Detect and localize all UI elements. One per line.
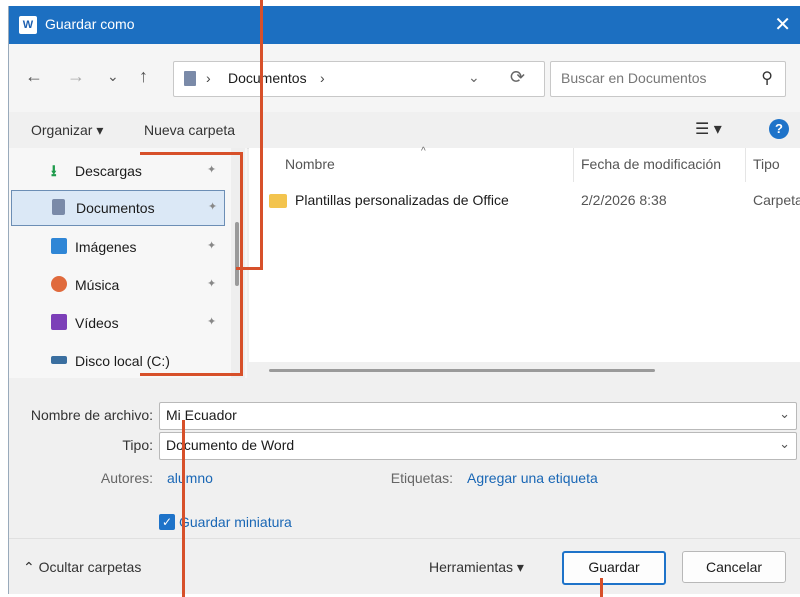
save-options: Nombre de archivo: Mi Ecuador ⌄ Tipo: Do… — [9, 378, 800, 538]
breadcrumb[interactable]: Documentos — [228, 70, 307, 86]
sidebar-item-label: Vídeos — [75, 315, 119, 331]
file-type-value: Documento de Word — [166, 437, 295, 453]
pin-icon: ✦ — [207, 240, 217, 252]
address-bar[interactable]: › Documentos › ⌄ ⟳ — [173, 61, 545, 97]
organize-button[interactable]: Organizar ▾ — [31, 122, 103, 139]
authors-label: Autores: — [100, 470, 153, 486]
cancel-button[interactable]: Cancelar — [682, 551, 786, 583]
sidebar-item-label: Imágenes — [75, 239, 137, 255]
annotation-line — [260, 0, 263, 270]
file-type: Carpeta — [753, 192, 800, 208]
sidebar-item-label: Documentos — [76, 200, 155, 216]
up-folder-icon[interactable]: ↑ — [139, 66, 148, 87]
filename-value: Mi Ecuador — [166, 407, 237, 423]
sort-ascending-icon: ^ — [421, 146, 426, 157]
file-name: Plantillas personalizadas de Office — [295, 192, 509, 208]
tools-menu-button[interactable]: Herramientas ▾ — [429, 559, 524, 576]
column-header-date[interactable]: Fecha de modificación — [581, 156, 721, 172]
path-separator-icon: › — [206, 70, 211, 86]
chevron-down-icon[interactable]: ⌄ — [468, 69, 480, 86]
annotation-line — [240, 152, 243, 376]
annotation-line — [182, 420, 185, 597]
sidebar-item-label: Música — [75, 277, 120, 293]
sidebar-item-videos[interactable]: Vídeos ✦ — [11, 306, 223, 340]
annotation-line — [140, 373, 243, 376]
sidebar-item-imagenes[interactable]: Imágenes ✦ — [11, 230, 223, 264]
view-options-icon[interactable]: ☰ ▾ — [695, 119, 722, 139]
back-arrow-icon[interactable]: ← — [25, 66, 43, 87]
close-icon[interactable]: ✕ — [774, 12, 791, 37]
pin-icon: ✦ — [207, 164, 217, 176]
documents-icon — [184, 71, 196, 86]
save-as-dialog: W Guardar como ✕ ← → ⌄ ↑ › Documentos › … — [8, 6, 800, 594]
scroll-thumb[interactable] — [235, 222, 239, 286]
navigation-pane: ⭳ Descargas ✦ Documentos ✦ Imágenes ✦ Mú… — [9, 148, 247, 378]
refresh-icon[interactable]: ⟳ — [510, 67, 525, 88]
music-icon — [51, 276, 67, 292]
help-icon[interactable]: ? — [769, 119, 789, 139]
chevron-down-icon[interactable]: ⌄ — [779, 406, 790, 422]
new-folder-button[interactable]: Nueva carpeta — [144, 122, 235, 138]
search-input[interactable]: Buscar en Documentos — [561, 70, 707, 86]
sidebar-item-descargas[interactable]: ⭳ Descargas ✦ — [11, 154, 223, 188]
type-label: Tipo: — [122, 437, 153, 453]
annotation-line — [600, 578, 603, 597]
pin-icon: ✦ — [207, 316, 217, 328]
save-button[interactable]: Guardar — [562, 551, 666, 585]
search-icon[interactable]: ⚲ — [761, 68, 773, 88]
download-icon: ⭳ — [51, 163, 57, 180]
recent-locations-icon[interactable]: ⌄ — [107, 68, 119, 85]
hide-folders-button[interactable]: ⌃ Ocultar carpetas — [23, 559, 141, 576]
videos-icon — [51, 314, 67, 330]
drive-icon — [51, 356, 67, 364]
scroll-thumb[interactable] — [269, 369, 655, 372]
column-divider[interactable] — [573, 148, 574, 182]
table-row[interactable]: Plantillas personalizadas de Office 2/2/… — [269, 188, 800, 216]
file-date: 2/2/2026 8:38 — [581, 192, 667, 208]
tags-label: Etiquetas: — [390, 470, 453, 486]
authors-field[interactable]: alumno — [167, 470, 213, 486]
filename-field[interactable]: Mi Ecuador ⌄ — [159, 402, 797, 430]
sidebar-item-label: Descargas — [75, 163, 142, 179]
sidebar-item-musica[interactable]: Música ✦ — [11, 268, 223, 302]
dialog-title: Guardar como — [45, 16, 135, 32]
folder-icon — [269, 194, 287, 208]
pin-icon: ✦ — [207, 278, 217, 290]
title-bar: W Guardar como ✕ — [9, 6, 800, 44]
chevron-down-icon[interactable]: ⌄ — [779, 436, 790, 452]
column-header-name[interactable]: Nombre — [285, 156, 335, 172]
column-header-type[interactable]: Tipo — [753, 156, 780, 172]
file-type-select[interactable]: Documento de Word ⌄ — [159, 432, 797, 460]
documents-icon — [52, 199, 65, 215]
forward-arrow-icon[interactable]: → — [67, 66, 85, 87]
navigation-bar: ← → ⌄ ↑ › Documentos › ⌄ ⟳ Buscar en Doc… — [9, 44, 800, 112]
add-tag-link[interactable]: Agregar una etiqueta — [467, 470, 598, 486]
word-app-icon: W — [19, 16, 37, 34]
pictures-icon — [51, 238, 67, 254]
toolbar: Organizar ▾ Nueva carpeta ☰ ▾ ? — [9, 112, 800, 149]
file-list: ^ Nombre Fecha de modificación Tipo Plan… — [249, 146, 800, 378]
thumbnail-checkbox[interactable]: ✓ — [159, 514, 175, 530]
thumbnail-label[interactable]: Guardar miniatura — [179, 514, 292, 530]
dialog-footer: ⌃ Ocultar carpetas Herramientas ▾ Guarda… — [9, 538, 800, 594]
pin-icon: ✦ — [208, 201, 218, 213]
sidebar-item-documentos[interactable]: Documentos ✦ — [11, 190, 225, 226]
search-box[interactable]: Buscar en Documentos ⚲ — [550, 61, 786, 97]
annotation-line — [140, 152, 242, 155]
filename-label: Nombre de archivo: — [30, 407, 153, 423]
column-divider[interactable] — [745, 148, 746, 182]
path-separator-icon[interactable]: › — [320, 70, 325, 86]
horizontal-scrollbar[interactable] — [249, 362, 800, 378]
sidebar-item-label: Disco local (C:) — [75, 353, 170, 369]
